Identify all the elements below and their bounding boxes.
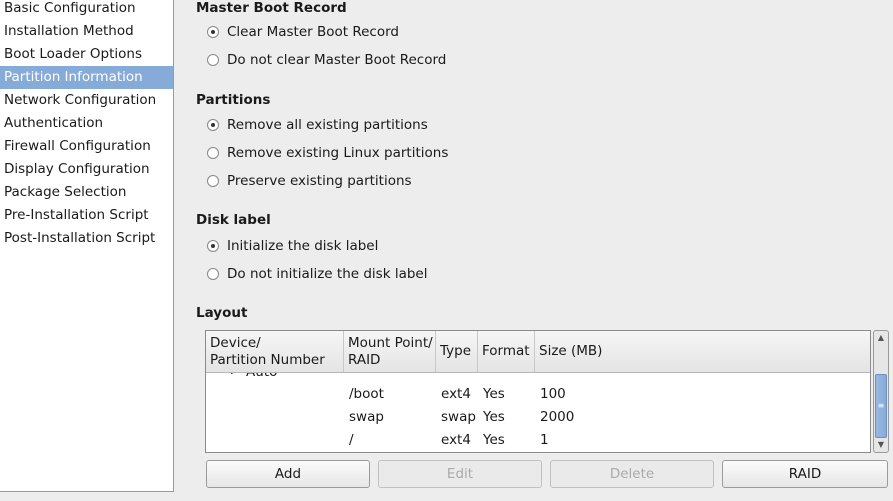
radio-unchecked-icon	[207, 268, 219, 280]
radio-initialize-disk-label[interactable]: Initialize the disk label	[207, 236, 378, 256]
table-cell: 2000	[540, 409, 575, 425]
disklabel-heading: Disk label	[196, 212, 271, 228]
column-size[interactable]: Size (MB)	[535, 331, 870, 372]
raid-button[interactable]: RAID	[722, 460, 888, 488]
sidebar-item-display-configuration[interactable]: Display Configuration	[0, 158, 173, 181]
table-cell: ext4	[441, 386, 471, 402]
radio-checked-icon	[207, 240, 219, 252]
column-type[interactable]: Type	[436, 331, 478, 372]
sidebar: Basic Configuration Installation Method …	[0, 0, 174, 492]
table-scrollbar[interactable]: ▲ ≡ ▼	[873, 330, 889, 453]
radio-preserve-partitions[interactable]: Preserve existing partitions	[207, 171, 412, 191]
radio-unchecked-icon	[207, 54, 219, 66]
radio-checked-icon	[207, 26, 219, 38]
sidebar-item-pre-installation-script[interactable]: Pre-Installation Script	[0, 204, 173, 227]
table-cell: /	[349, 432, 354, 448]
radio-label: Clear Master Boot Record	[227, 24, 399, 40]
table-cell: Yes	[483, 432, 505, 448]
radio-clear-mbr[interactable]: Clear Master Boot Record	[207, 22, 399, 42]
layout-heading: Layout	[196, 305, 248, 321]
radio-unchecked-icon	[207, 147, 219, 159]
table-row[interactable]: / ext4 Yes 1	[206, 429, 870, 452]
scrollbar-thumb[interactable]: ≡	[875, 374, 887, 438]
column-mount-point[interactable]: Mount Point/ RAID	[344, 331, 436, 372]
radio-unchecked-icon	[207, 175, 219, 187]
partition-table[interactable]: ⌄ Auto Device/ Partition Number Mount Po…	[205, 330, 871, 453]
column-device[interactable]: Device/ Partition Number	[206, 331, 344, 372]
radio-checked-icon	[207, 119, 219, 131]
table-row[interactable]: swap swap Yes 2000	[206, 406, 870, 429]
sidebar-item-boot-loader-options[interactable]: Boot Loader Options	[0, 43, 173, 66]
delete-button[interactable]: Delete	[550, 460, 714, 488]
table-cell: swap	[349, 409, 384, 425]
sidebar-item-partition-information[interactable]: Partition Information	[0, 66, 173, 89]
add-button[interactable]: Add	[206, 460, 370, 488]
sidebar-item-package-selection[interactable]: Package Selection	[0, 181, 173, 204]
table-cell: 100	[540, 386, 566, 402]
table-header: Device/ Partition Number Mount Point/ RA…	[206, 331, 870, 373]
radio-do-not-initialize-disk-label[interactable]: Do not initialize the disk label	[207, 264, 427, 284]
table-cell: 1	[540, 432, 549, 448]
column-format[interactable]: Format	[478, 331, 535, 372]
sidebar-item-basic-configuration[interactable]: Basic Configuration	[0, 0, 173, 20]
radio-label: Do not initialize the disk label	[227, 266, 428, 282]
radio-label: Preserve existing partitions	[227, 173, 412, 189]
table-row[interactable]: /boot ext4 Yes 100	[206, 383, 870, 406]
radio-do-not-clear-mbr[interactable]: Do not clear Master Boot Record	[207, 50, 446, 70]
radio-label: Do not clear Master Boot Record	[227, 52, 447, 68]
sidebar-item-installation-method[interactable]: Installation Method	[0, 20, 173, 43]
table-cell: swap	[441, 409, 476, 425]
table-cell: /boot	[349, 386, 384, 402]
radio-label: Initialize the disk label	[227, 238, 379, 254]
mbr-heading: Master Boot Record	[196, 0, 347, 16]
table-cell: Yes	[483, 386, 505, 402]
scroll-down-icon[interactable]: ▼	[874, 438, 888, 452]
edit-button[interactable]: Edit	[378, 460, 542, 488]
radio-label: Remove existing Linux partitions	[227, 145, 449, 161]
sidebar-item-firewall-configuration[interactable]: Firewall Configuration	[0, 135, 173, 158]
scroll-up-icon[interactable]: ▲	[874, 331, 888, 345]
radio-remove-linux-partitions[interactable]: Remove existing Linux partitions	[207, 143, 448, 163]
table-cell: Yes	[483, 409, 505, 425]
sidebar-item-network-configuration[interactable]: Network Configuration	[0, 89, 173, 112]
radio-remove-all-partitions[interactable]: Remove all existing partitions	[207, 115, 428, 135]
radio-label: Remove all existing partitions	[227, 117, 428, 133]
table-cell: ext4	[441, 432, 471, 448]
sidebar-item-authentication[interactable]: Authentication	[0, 112, 173, 135]
sidebar-item-post-installation-script[interactable]: Post-Installation Script	[0, 227, 173, 250]
partitions-heading: Partitions	[196, 92, 271, 108]
